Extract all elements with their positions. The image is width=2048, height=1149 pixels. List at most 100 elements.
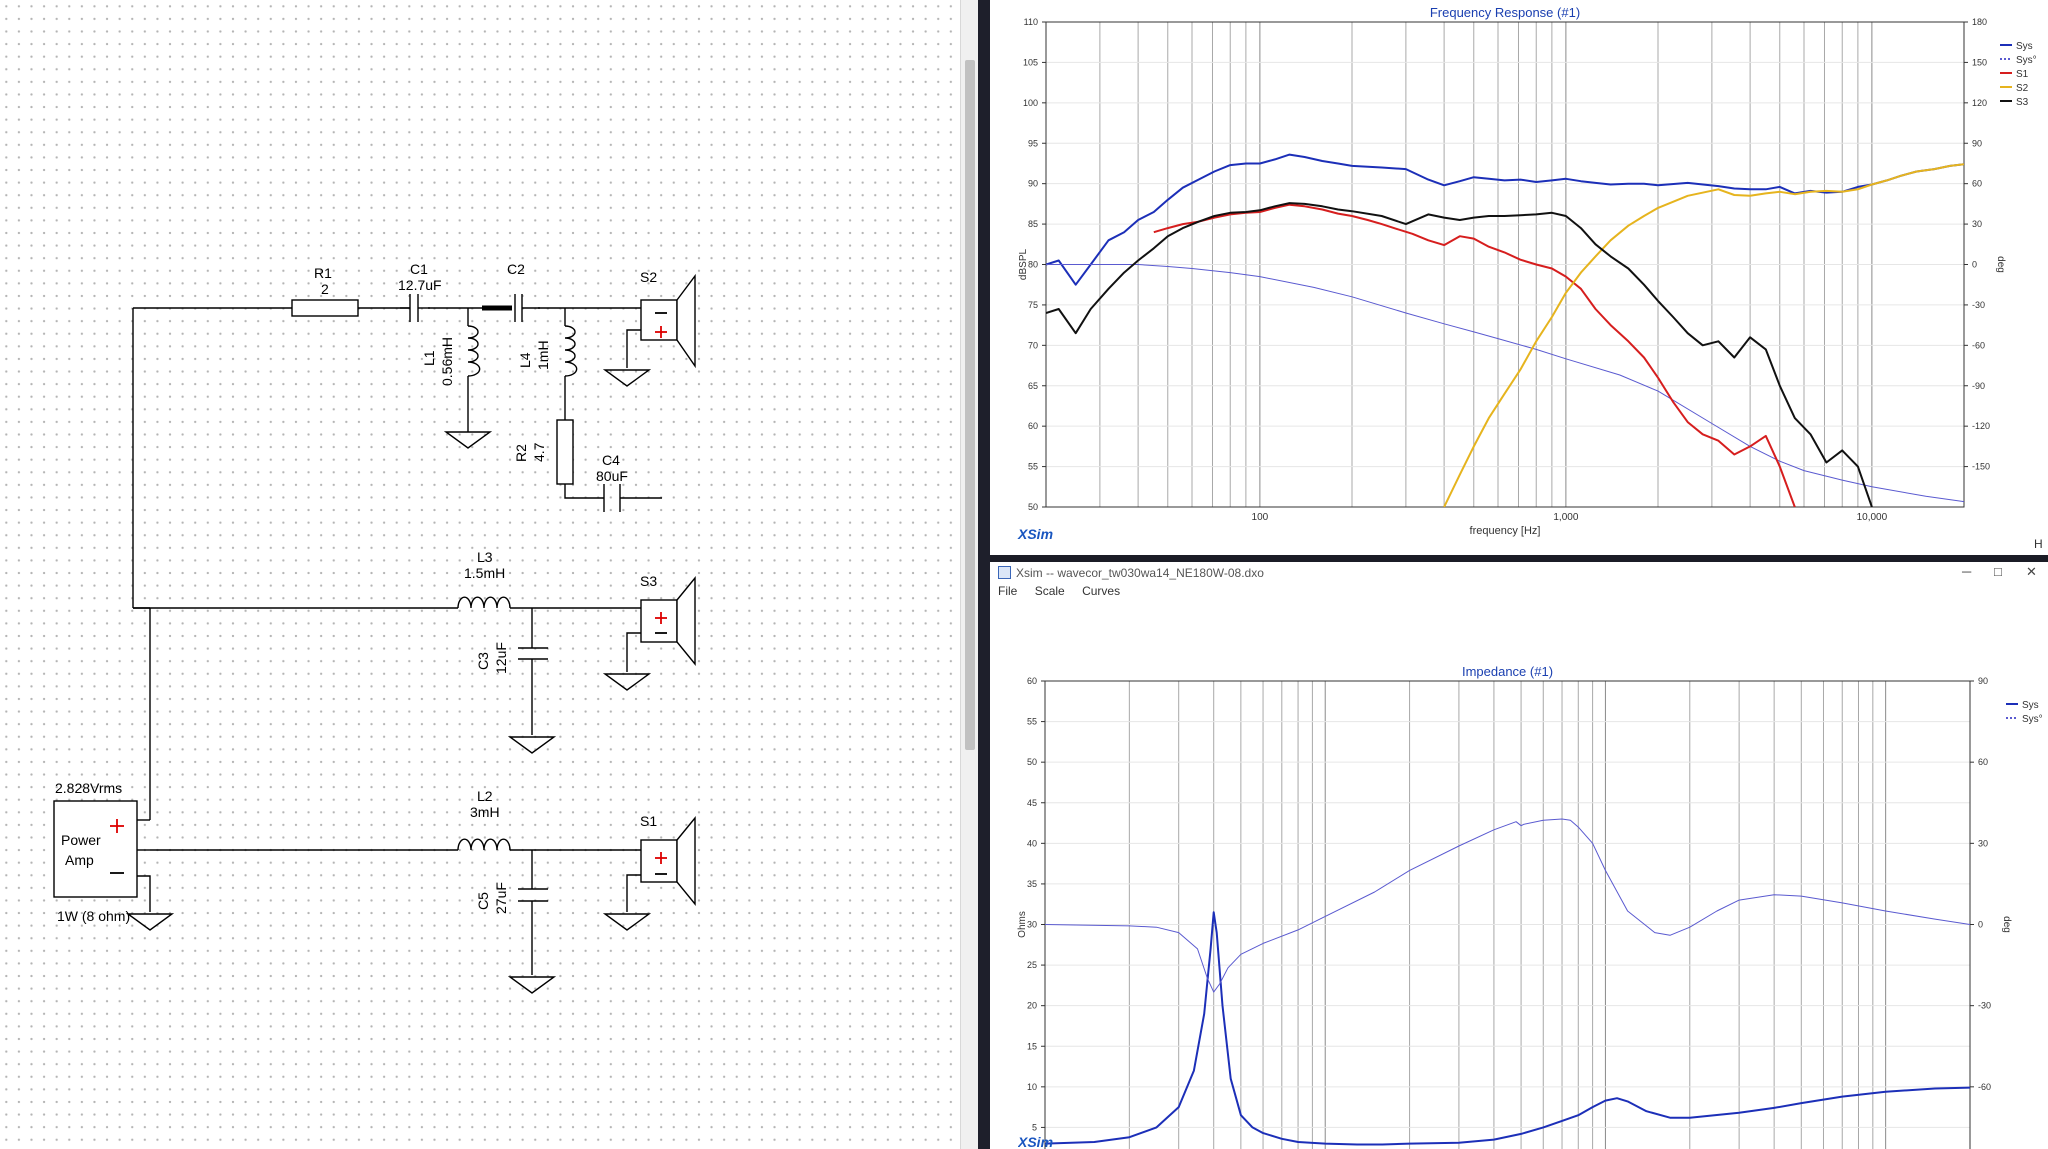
y-tick-label: 55 bbox=[1027, 717, 1037, 727]
window-titlebar[interactable]: Xsim -- wavecor_tw030wa14_NE180W-08.dxo … bbox=[990, 562, 2048, 584]
menu-scale[interactable]: Scale bbox=[1035, 584, 1065, 598]
amp-voltage: 2.828Vrms bbox=[55, 780, 122, 796]
y-tick-label: 40 bbox=[1027, 838, 1037, 848]
y-axis-label: dBSPL bbox=[1018, 248, 1029, 280]
label-c3: C3 bbox=[475, 652, 491, 670]
y-tick-label: 80 bbox=[1028, 260, 1038, 270]
y2-tick-label: 60 bbox=[1978, 757, 1988, 767]
y-tick-label: 50 bbox=[1027, 757, 1037, 767]
y-tick-label: 35 bbox=[1027, 879, 1037, 889]
y-tick-label: 110 bbox=[1024, 17, 1038, 27]
y-tick-label: 60 bbox=[1027, 676, 1037, 686]
inductor-l1[interactable] bbox=[467, 325, 481, 377]
value-l4: 1mH bbox=[535, 340, 551, 370]
value-r2: 4.7 bbox=[531, 442, 547, 462]
legend-entry: S2 bbox=[2016, 83, 2029, 94]
xsim-logo: XSim bbox=[1018, 526, 1054, 542]
legend-entry: Sys° bbox=[2016, 55, 2037, 66]
label-l3: L3 bbox=[477, 549, 493, 565]
legend-entry: Sys bbox=[2016, 41, 2033, 52]
chart-title: Frequency Response (#1) bbox=[1430, 5, 1580, 20]
y2-tick-label: 0 bbox=[1972, 260, 1977, 270]
resistor-r1[interactable] bbox=[291, 299, 359, 317]
value-c3: 12uF bbox=[493, 642, 509, 674]
inductor-l4[interactable] bbox=[564, 325, 578, 377]
scrollbar-thumb[interactable] bbox=[965, 60, 975, 750]
menu-bar: File Scale Curves bbox=[990, 584, 2048, 604]
inductor-l3[interactable] bbox=[457, 596, 511, 609]
label-c5: C5 bbox=[475, 892, 491, 910]
y2-tick-label: -150 bbox=[1972, 462, 1990, 472]
label-c2: C2 bbox=[507, 261, 525, 277]
speaker-s3[interactable] bbox=[640, 576, 696, 666]
capacitor-c2[interactable] bbox=[482, 294, 540, 322]
capacitor-c3[interactable] bbox=[518, 643, 548, 664]
y2-tick-label: 60 bbox=[1972, 179, 1982, 189]
y2-tick-label: -120 bbox=[1972, 421, 1990, 431]
label-l4: L4 bbox=[517, 352, 533, 368]
label-l1: L1 bbox=[421, 350, 437, 366]
y2-tick-label: 30 bbox=[1972, 219, 1982, 229]
value-l1: 0.56mH bbox=[439, 337, 455, 386]
resistor-r2[interactable] bbox=[556, 419, 574, 485]
x-axis-label: frequency [Hz] bbox=[1470, 525, 1541, 537]
y2-tick-label: 150 bbox=[1972, 57, 1987, 67]
legend-entry: Sys bbox=[2022, 700, 2039, 711]
maximize-button[interactable]: □ bbox=[1994, 564, 2002, 579]
amp-label-1: Power bbox=[61, 832, 101, 848]
series-Sys-line bbox=[1046, 264, 1964, 503]
label-c1: C1 bbox=[410, 261, 428, 277]
menu-curves[interactable]: Curves bbox=[1082, 584, 1120, 598]
wire bbox=[137, 875, 151, 912]
menu-file[interactable]: File bbox=[998, 584, 1017, 598]
y2-axis-label: deg bbox=[1995, 256, 2006, 273]
label-s3: S3 bbox=[640, 573, 657, 589]
value-l2: 3mH bbox=[470, 804, 500, 820]
close-button[interactable]: ✕ bbox=[2026, 564, 2037, 580]
label-r1: R1 bbox=[314, 265, 332, 281]
y-tick-label: 75 bbox=[1028, 300, 1038, 310]
series-S3-line bbox=[1046, 202, 1873, 507]
y-tick-label: 50 bbox=[1028, 502, 1038, 512]
x-tick-label: 1,000 bbox=[1553, 512, 1578, 523]
series-Sys-line bbox=[1045, 818, 1970, 993]
y-tick-label: 15 bbox=[1027, 1041, 1037, 1051]
value-l3: 1.5mH bbox=[464, 565, 505, 581]
plot-frame bbox=[1044, 680, 1971, 1149]
y-tick-label: 95 bbox=[1028, 138, 1038, 148]
value-c1: 12.7uF bbox=[398, 277, 442, 293]
frequency-response-window[interactable]: 50 55 60 65 70 75 80 85 90 95 100 105 110 -150 -120 -90… bbox=[990, 0, 2048, 555]
series-Sys-line bbox=[1046, 153, 1964, 286]
label-c4: C4 bbox=[602, 452, 620, 468]
speaker-s2[interactable] bbox=[640, 273, 696, 369]
schematic-scrollbar[interactable] bbox=[960, 0, 979, 1149]
capacitor-c1[interactable] bbox=[400, 294, 430, 322]
minimize-button[interactable]: ─ bbox=[1962, 564, 1971, 579]
capacitor-c5[interactable] bbox=[518, 886, 548, 906]
speaker-s1[interactable] bbox=[640, 816, 696, 906]
window-gap bbox=[978, 0, 990, 1149]
capacitor-c4[interactable] bbox=[603, 484, 621, 512]
y-tick-label: 20 bbox=[1027, 1001, 1037, 1011]
y2-tick-label: 30 bbox=[1978, 838, 1988, 848]
y2-tick-label: -90 bbox=[1972, 381, 1985, 391]
impedance-window[interactable]: Xsim -- wavecor_tw030wa14_NE180W-08.dxo … bbox=[990, 562, 2048, 1149]
y2-tick-label: -60 bbox=[1972, 340, 1985, 350]
legend-entry: Sys° bbox=[2022, 714, 2043, 725]
y-tick-label: 85 bbox=[1028, 219, 1038, 229]
value-r1: 2 bbox=[321, 281, 329, 297]
inductor-l2[interactable] bbox=[457, 838, 511, 851]
corner-tag: H bbox=[2034, 537, 2043, 551]
impedance-chart: 051015202530354045505560-60-300306090101… bbox=[1017, 664, 2043, 1149]
power-amp[interactable] bbox=[53, 800, 138, 898]
y-tick-label: 30 bbox=[1027, 920, 1037, 930]
series-S1-line bbox=[1153, 203, 1796, 507]
wire bbox=[626, 874, 641, 912]
wire bbox=[564, 484, 604, 499]
y-tick-label: 90 bbox=[1028, 179, 1038, 189]
y-tick-label: 65 bbox=[1028, 381, 1038, 391]
y-axis-label: Ohms bbox=[1017, 911, 1028, 938]
frequency-response-chart: 50 55 60 65 70 75 80 85 90 95 100 105 110 -150 -120 -90… bbox=[1018, 5, 2037, 537]
value-c5: 27uF bbox=[493, 882, 509, 914]
schematic-canvas[interactable]: R1 2 C1 12.7uF C2 L4 1mH L1 0.56mH R2 4.… bbox=[0, 0, 960, 1149]
